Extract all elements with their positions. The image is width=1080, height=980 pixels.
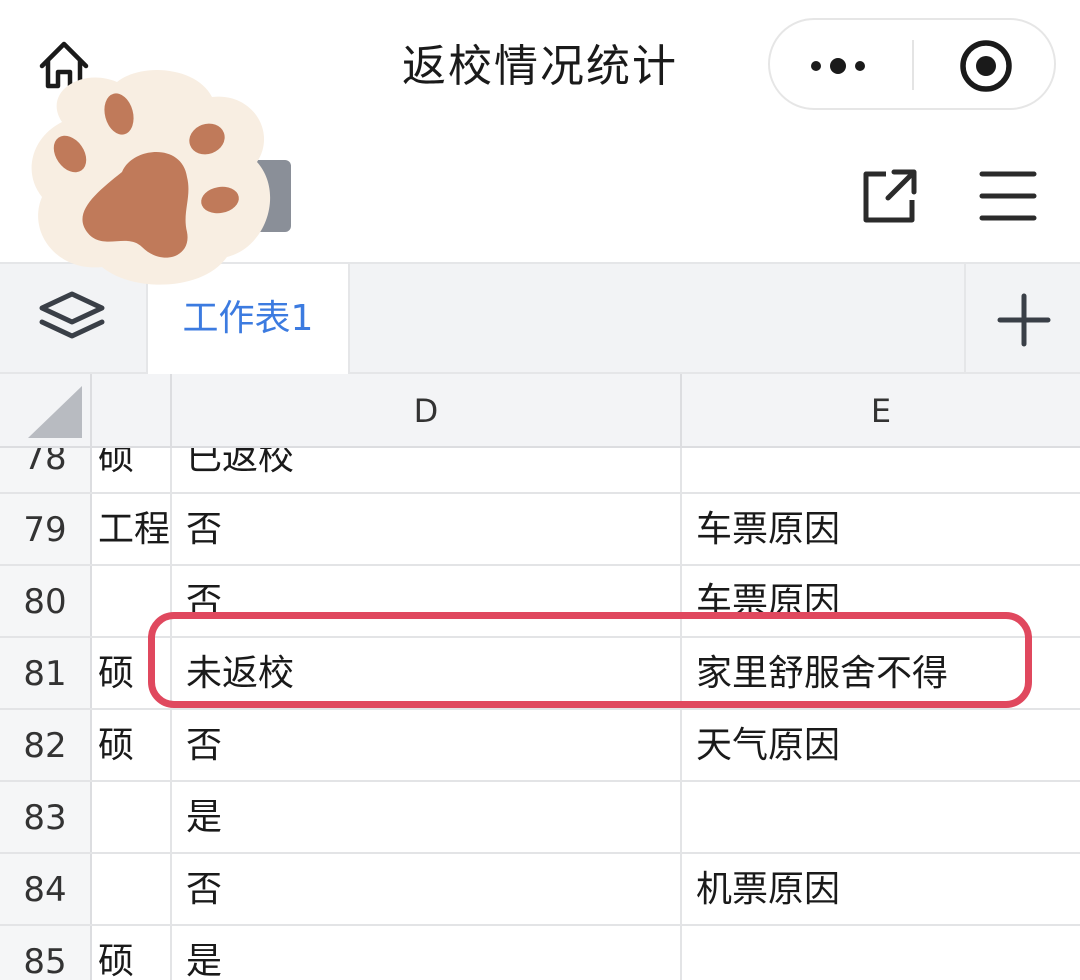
table-row: 83 是 <box>0 782 1080 854</box>
layers-icon <box>28 286 116 352</box>
menu-button[interactable] <box>976 164 1040 228</box>
hamburger-menu-icon <box>976 164 1040 228</box>
cell-col-e[interactable]: 家里舒服舍不得 <box>682 638 1080 708</box>
more-dots-icon <box>770 20 910 108</box>
cell-col-d[interactable]: 否 <box>172 494 682 564</box>
external-link-icon <box>858 164 922 228</box>
grid-rows: 78 硕已返校 79 工程否车票原因 80 否车票原因 81 硕未返校 家里舒服舍不得 82 硕否天… <box>0 422 1080 980</box>
row-number[interactable]: 81 <box>0 638 92 708</box>
column-header-e[interactable]: E <box>682 374 1080 446</box>
column-header-c[interactable] <box>92 374 172 446</box>
cell-col-e[interactable]: 机票原因 <box>682 854 1080 924</box>
column-header-row: D E <box>0 374 1080 448</box>
row-number[interactable]: 84 <box>0 854 92 924</box>
cell-col-c[interactable]: 工程 <box>92 494 172 564</box>
table-row: 84 否机票原因 <box>0 854 1080 926</box>
cell-col-c[interactable] <box>92 566 172 636</box>
cell-col-e[interactable]: 天气原因 <box>682 710 1080 780</box>
page-title: 返校情况统计 <box>402 41 678 92</box>
cell-col-d[interactable]: 是 <box>172 782 682 852</box>
more-button[interactable] <box>770 20 910 108</box>
spreadsheet-grid[interactable]: 78 硕已返校 79 工程否车票原因 80 否车票原因 81 硕未返校 家里舒服舍不得 82 硕否天… <box>0 374 1080 980</box>
row-number[interactable]: 79 <box>0 494 92 564</box>
row-number[interactable]: 83 <box>0 782 92 852</box>
close-button[interactable] <box>914 20 1054 108</box>
table-row: 80 否车票原因 <box>0 566 1080 638</box>
add-sheet-button[interactable] <box>964 264 1080 374</box>
table-row: 79 工程否车票原因 <box>0 494 1080 566</box>
share-button[interactable] <box>858 164 922 228</box>
cell-col-d[interactable]: 否 <box>172 710 682 780</box>
cell-col-c[interactable] <box>92 854 172 924</box>
paw-icon <box>22 62 282 292</box>
select-all-corner[interactable] <box>0 374 92 446</box>
target-icon <box>914 20 1054 108</box>
plus-icon <box>966 264 1080 374</box>
cell-col-e[interactable] <box>682 782 1080 852</box>
cell-col-c[interactable]: 硕 <box>92 710 172 780</box>
row-number[interactable]: 80 <box>0 566 92 636</box>
mini-program-capsule <box>768 18 1056 110</box>
cell-col-c[interactable] <box>92 782 172 852</box>
column-header-d[interactable]: D <box>172 374 682 446</box>
cell-col-e[interactable]: 车票原因 <box>682 494 1080 564</box>
cell-col-c[interactable]: 硕 <box>92 926 172 980</box>
sheet-list-button[interactable] <box>28 286 116 352</box>
row-number[interactable]: 85 <box>0 926 92 980</box>
cell-col-e[interactable]: 车票原因 <box>682 566 1080 636</box>
cell-col-d[interactable]: 是 <box>172 926 682 980</box>
table-row: 81 硕未返校 家里舒服舍不得 <box>0 638 1080 710</box>
cell-col-d[interactable]: 未返校 <box>172 638 682 708</box>
table-row: 85 硕是 <box>0 926 1080 980</box>
cell-col-c[interactable]: 硕 <box>92 638 172 708</box>
cell-col-e[interactable] <box>682 926 1080 980</box>
cell-col-d[interactable]: 否 <box>172 854 682 924</box>
row-number[interactable]: 82 <box>0 710 92 780</box>
table-row: 82 硕否天气原因 <box>0 710 1080 782</box>
cell-col-d[interactable]: 否 <box>172 566 682 636</box>
